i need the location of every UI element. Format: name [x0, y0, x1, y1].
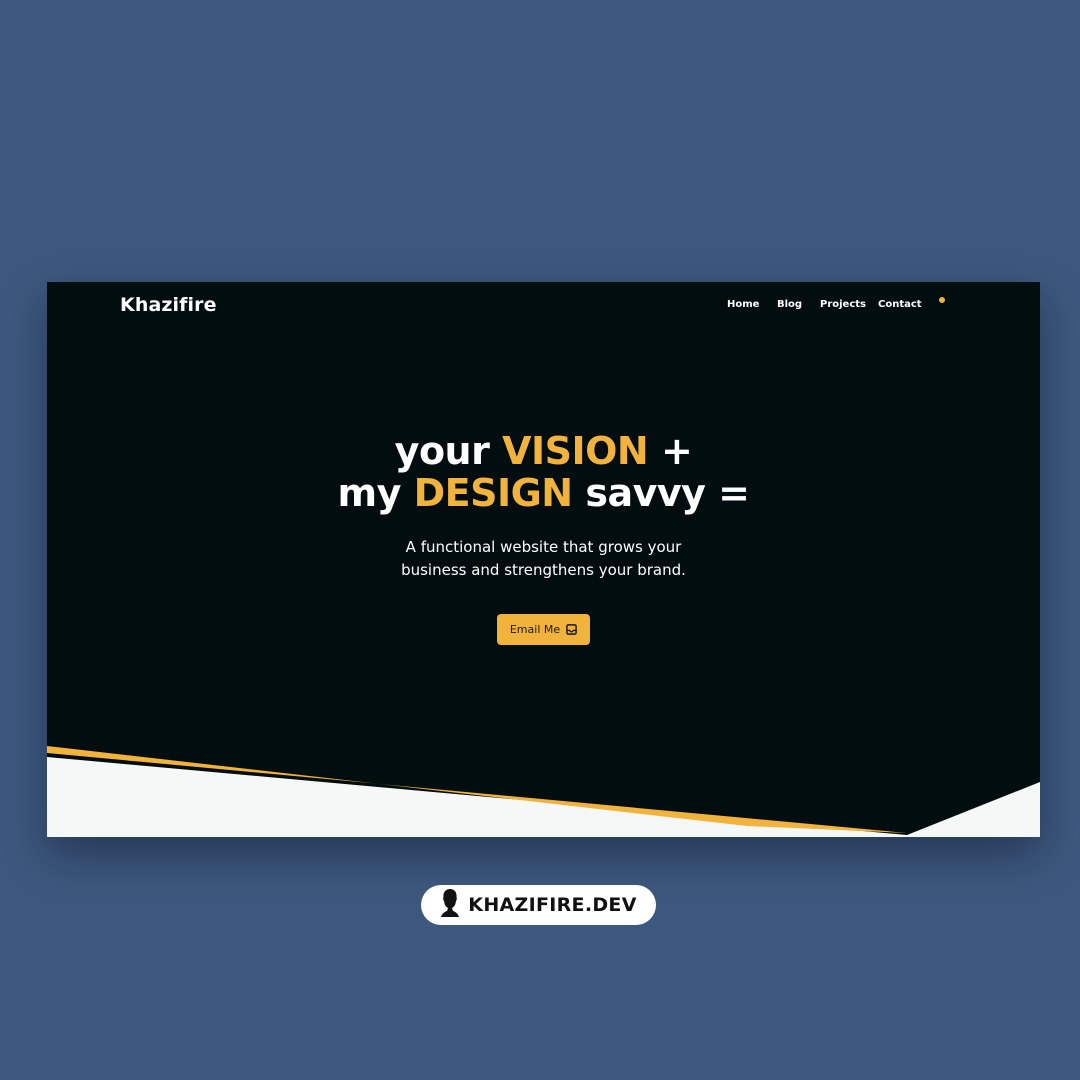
nav-link-projects[interactable]: Projects	[820, 299, 866, 310]
email-me-label: Email Me	[509, 623, 561, 636]
site-badge[interactable]: KHAZIFIRE.DEV	[421, 885, 656, 925]
headline-accent-vision: VISION	[502, 429, 649, 473]
avatar-silhouette-icon	[440, 888, 460, 922]
headline-text: my	[337, 471, 414, 515]
hero-bottom-swoosh	[47, 746, 1040, 837]
headline-line-1: your VISION +	[47, 430, 1040, 472]
hero-subtitle: A functional website that grows your bus…	[47, 536, 1040, 582]
headline-text: your	[394, 429, 503, 473]
hero-section: your VISION + my DESIGN savvy = A functi…	[47, 430, 1040, 645]
hero-headline: your VISION + my DESIGN savvy =	[47, 430, 1040, 514]
email-me-button[interactable]: Email Me	[496, 614, 591, 645]
headline-accent-design: DESIGN	[413, 471, 574, 515]
subtitle-line-1: A functional website that grows your	[405, 538, 682, 556]
inbox-icon	[566, 624, 577, 635]
nav-link-blog[interactable]: Blog	[777, 299, 802, 310]
headline-text: +	[648, 429, 693, 473]
theme-toggle-dot[interactable]	[939, 297, 945, 303]
website-preview: Khazifire Home Blog Projects Contact you…	[47, 282, 1040, 837]
subtitle-line-2: business and strengthens your brand.	[401, 561, 686, 579]
nav-link-home[interactable]: Home	[727, 299, 759, 310]
badge-label: KHAZIFIRE.DEV	[468, 894, 637, 916]
nav-link-contact[interactable]: Contact	[878, 299, 922, 310]
main-nav: Home Blog Projects Contact	[47, 299, 1040, 315]
headline-text: savvy =	[572, 471, 750, 515]
headline-line-2: my DESIGN savvy =	[47, 472, 1040, 514]
promo-canvas: Khazifire Home Blog Projects Contact you…	[0, 0, 1080, 1080]
